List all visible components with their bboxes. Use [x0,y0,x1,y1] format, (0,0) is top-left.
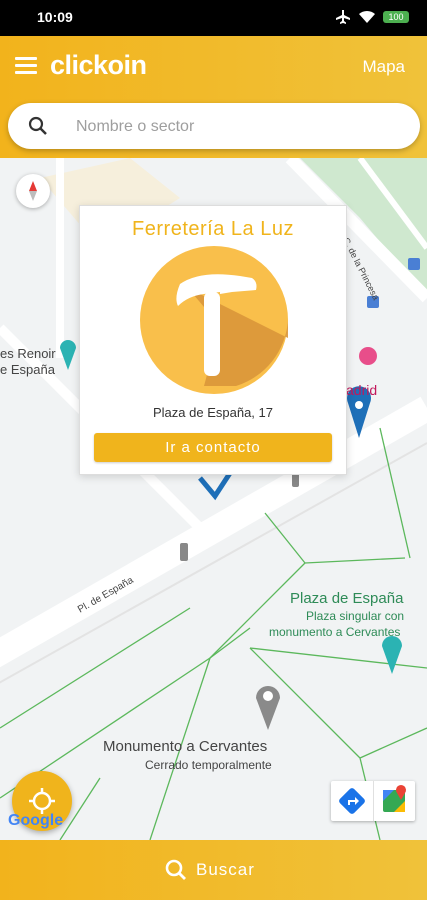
bottom-search-label: Buscar [196,860,255,879]
map-toolbar [331,781,415,821]
map-label-plaza-sub2: monumento a Cervantes [269,625,401,639]
map-label-plaza-title: Plaza de España [290,590,404,607]
search-icon [28,116,47,135]
google-maps-icon [383,785,406,812]
status-time: 10:09 [37,9,73,25]
google-attribution: Google [8,812,64,829]
brand-logo: clickoin [50,50,147,80]
status-icons: 100 [335,10,409,24]
battery-icon: 100 [383,11,409,23]
search-input[interactable]: Nombre o sector [8,103,420,149]
wifi-icon [359,10,375,23]
directions-icon [339,788,365,814]
search-placeholder: Nombre o sector [76,118,195,135]
business-popup: Ferretería La Luz Plaza de España, 17 Ir… [79,205,347,475]
contact-button[interactable]: Ir a contacto [94,433,332,462]
airplane-icon [336,10,350,24]
search-icon [165,859,186,880]
bottom-search-bar[interactable]: Buscar [0,840,427,900]
map-label-plaza-sub1: Plaza singular con [306,609,405,623]
map-label-renoir2: e España [0,362,55,377]
status-bar: 10:09 100 [0,0,427,36]
compass-button[interactable] [16,174,50,208]
hammer-icon [140,246,288,394]
map-label-renoir: es Renoir [0,346,56,361]
popup-address: Plaza de España, 17 [153,405,273,420]
open-google-maps-button[interactable] [373,781,415,821]
map-label-madrid: adrid [346,382,378,398]
compass-icon [29,181,37,201]
directions-button[interactable] [331,781,374,821]
menu-icon[interactable] [15,57,37,75]
map-view-link[interactable]: Mapa [362,57,405,77]
map-label-monumento-sub: Cerrado temporalmente [145,758,272,772]
popup-title: Ferretería La Luz [132,218,294,240]
map-label-monumento: Monumento a Cervantes [103,738,268,755]
